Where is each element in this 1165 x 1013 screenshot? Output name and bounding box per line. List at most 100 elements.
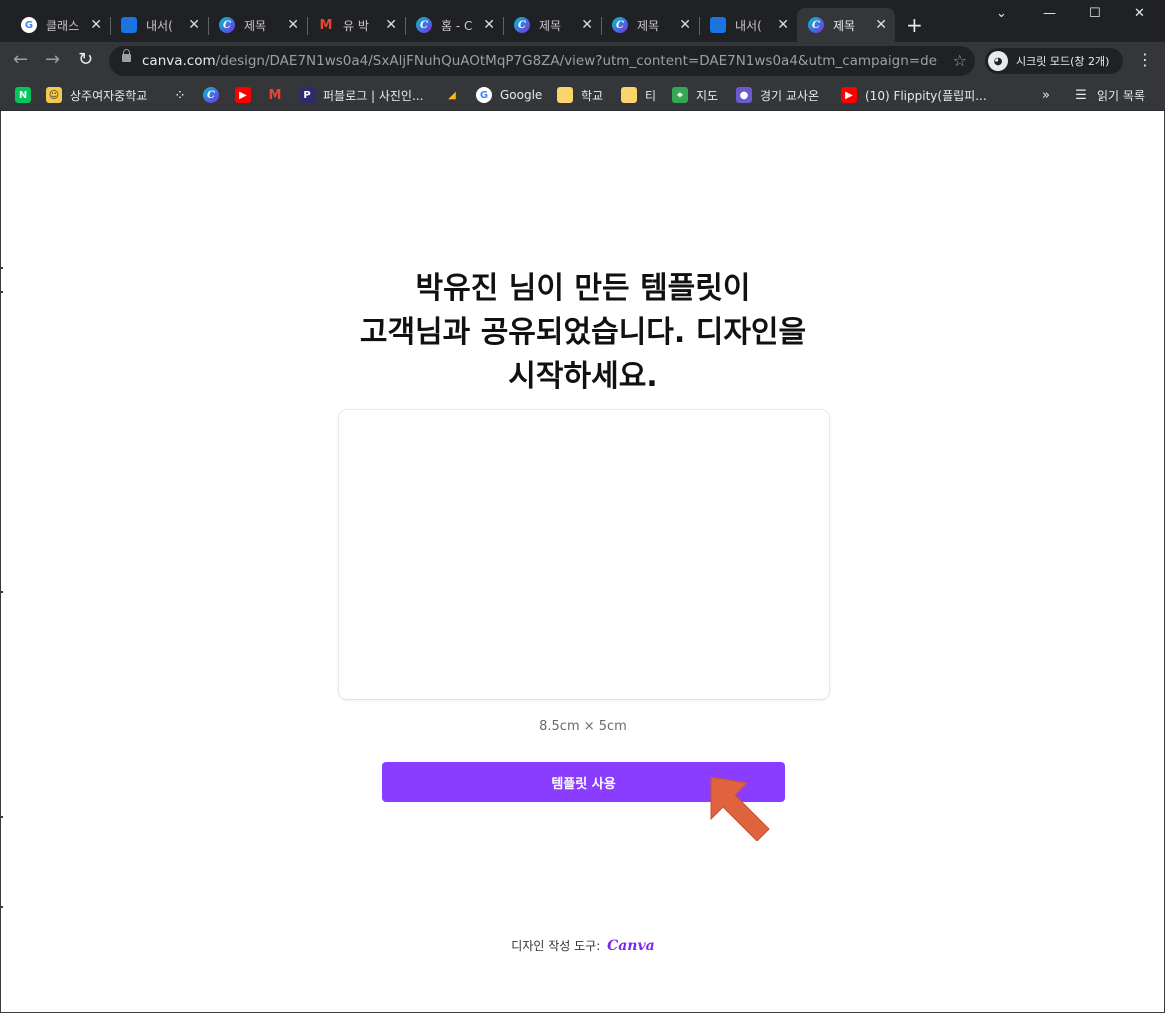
bookmark-item[interactable]: ☺ 상주여자중학교 [46,85,147,105]
canva-icon: C [203,87,219,103]
forward-icon[interactable]: → [45,50,60,70]
browser-tab[interactable]: 👤 내서( ✕ [110,8,209,42]
reload-icon[interactable]: ↻ [78,50,93,70]
arrow-annotation-icon [710,777,770,841]
more-bookmarks-button[interactable]: » [1042,85,1050,105]
url-text[interactable]: canva.com/design/DAE7N1ws0a4/SxAljFNuhQu… [142,53,938,69]
bookmark-item[interactable]: ▶ (10) Flippity(플립피... [841,85,987,105]
left-edge-mark [1,291,3,293]
address-bar[interactable]: canva.com/design/DAE7N1ws0a4/SxAljFNuhQu… [109,46,975,76]
maximize-icon[interactable]: ☐ [1089,6,1101,21]
google-icon: G [21,17,37,33]
tab-title: 클래스 [46,18,80,33]
footer-credit: 디자인 작성 도구: Canva [433,937,733,954]
browser-title-bar: G 클래스 ✕ 👤 내서( ✕ C 제목 ✕ M 유 박 ✕ C 홈 - C ✕… [0,0,1165,42]
bookmark-item[interactable]: ⌖ 지도 [672,85,718,105]
close-icon[interactable]: ✕ [875,17,887,33]
folder-icon [621,87,637,103]
folder-icon [557,87,573,103]
tab-title: 유 박 [343,18,369,33]
tab-search-icon[interactable]: ⌄ [996,6,1007,21]
bookmark-item[interactable]: N [15,85,31,105]
bookmark-item[interactable]: 학교 [557,85,603,105]
bookmark-label: 경기 교사온 [760,88,820,103]
bookmark-item[interactable]: 티 [621,85,656,105]
reading-list-button[interactable]: ☰ 읽기 목록 [1073,85,1145,105]
naver-icon: N [15,87,31,103]
youtube-icon: ▶ [235,87,251,103]
gyeonggi-icon: ● [736,87,752,103]
bookmark-item[interactable]: G Google [476,85,542,105]
bookmark-item[interactable]: C [203,85,219,105]
bookmark-item[interactable]: ● 경기 교사온 [736,85,819,105]
browser-tab[interactable]: C 제목 ✕ [208,8,308,42]
bookmark-item[interactable]: ▶ [235,85,251,105]
close-window-icon[interactable]: ✕ [1134,6,1145,21]
reading-list-label: 읽기 목록 [1097,88,1145,103]
browser-tab[interactable]: 👤 내서( ✕ [699,8,797,42]
bookmark-label: (10) Flippity(플립피... [865,88,987,103]
tab-title: 제목 [833,18,856,33]
template-preview[interactable] [339,410,829,699]
canva-icon: C [612,17,628,33]
close-icon[interactable]: ✕ [188,17,200,33]
gmail-icon: M [319,17,333,33]
bookmark-star-icon[interactable]: ☆ [953,51,967,70]
browser-tab[interactable]: G 클래스 ✕ [10,8,111,42]
left-edge-mark [1,816,3,818]
bookmark-item[interactable]: P 퍼블로그 | 사진인... [299,85,423,105]
canva-logo[interactable]: Canva [607,938,655,954]
close-icon[interactable]: ✕ [777,17,789,33]
close-icon[interactable]: ✕ [581,17,593,33]
bookmark-label: 상주여자중학교 [70,88,148,103]
bookmark-item[interactable]: M [267,85,283,105]
menu-icon[interactable]: ⋮ [1137,50,1153,69]
incognito-label: 시크릿 모드(창 2개) [1016,55,1110,68]
canva-icon: C [416,17,432,33]
left-edge-mark [1,591,3,593]
close-icon[interactable]: ✕ [385,17,397,33]
browser-tab-active[interactable]: C 제목 ✕ [797,8,895,42]
gmail-icon: M [268,87,282,103]
tab-title: 내서( [735,18,762,33]
close-icon[interactable]: ✕ [483,17,495,33]
tab-title: 홈 - C [441,18,473,33]
canva-icon: C [219,17,235,33]
canva-icon: C [808,17,824,33]
design-dimensions: 8.5cm × 5cm [539,719,627,734]
bookmark-item[interactable]: ⁘ [172,85,188,105]
left-edge-mark [1,267,3,269]
google-icon: G [476,87,492,103]
bookmarks-bar: N ☺ 상주여자중학교 ⁘ C ▶ M P 퍼블로그 | 사진인... ◢ G … [0,80,1165,111]
browser-tab[interactable]: C 제목 ✕ [601,8,700,42]
page-title-line: 박유진 님이 만든 템플릿이 [415,271,751,306]
incognito-badge[interactable]: ◕ 시크릿 모드(창 2개) [985,48,1123,74]
close-icon[interactable]: ✕ [287,17,299,33]
bookmark-label: 학교 [581,88,604,103]
browser-tab[interactable]: C 홈 - C ✕ [405,8,504,42]
p-icon: P [299,87,315,103]
dots-icon: ⁘ [175,89,185,101]
maps-icon: ⌖ [672,87,688,103]
bookmark-label: Google [500,88,543,102]
bookmark-item[interactable]: ◢ [444,85,460,105]
close-icon[interactable]: ✕ [90,17,102,33]
page-title-line: 시작하세요. [508,359,658,394]
url-host: canva.com [142,53,216,69]
bookmark-label: 티 [645,88,657,103]
reading-list-icon: ☰ [1075,87,1087,103]
tab-title: 제목 [539,18,562,33]
page-title: 박유진 님이 만든 템플릿이 고객님과 공유되었습니다. 디자인을 시작하세요. [233,267,933,399]
close-icon[interactable]: ✕ [679,17,691,33]
back-icon[interactable]: ← [13,50,28,70]
new-tab-button[interactable]: + [906,14,923,36]
browser-tab[interactable]: M 유 박 ✕ [307,8,406,42]
url-path: /design/DAE7N1ws0a4/SxAljFNuhQuAOtMqP7G8… [215,53,938,69]
incognito-icon: ◕ [988,51,1008,71]
school-icon: ☺ [46,87,62,103]
browser-tab[interactable]: C 제목 ✕ [503,8,602,42]
classroom-icon: 👤 [121,17,137,33]
tab-title: 내서( [146,18,173,33]
classroom-icon: 👤 [710,17,726,33]
minimize-icon[interactable]: — [1043,6,1056,21]
